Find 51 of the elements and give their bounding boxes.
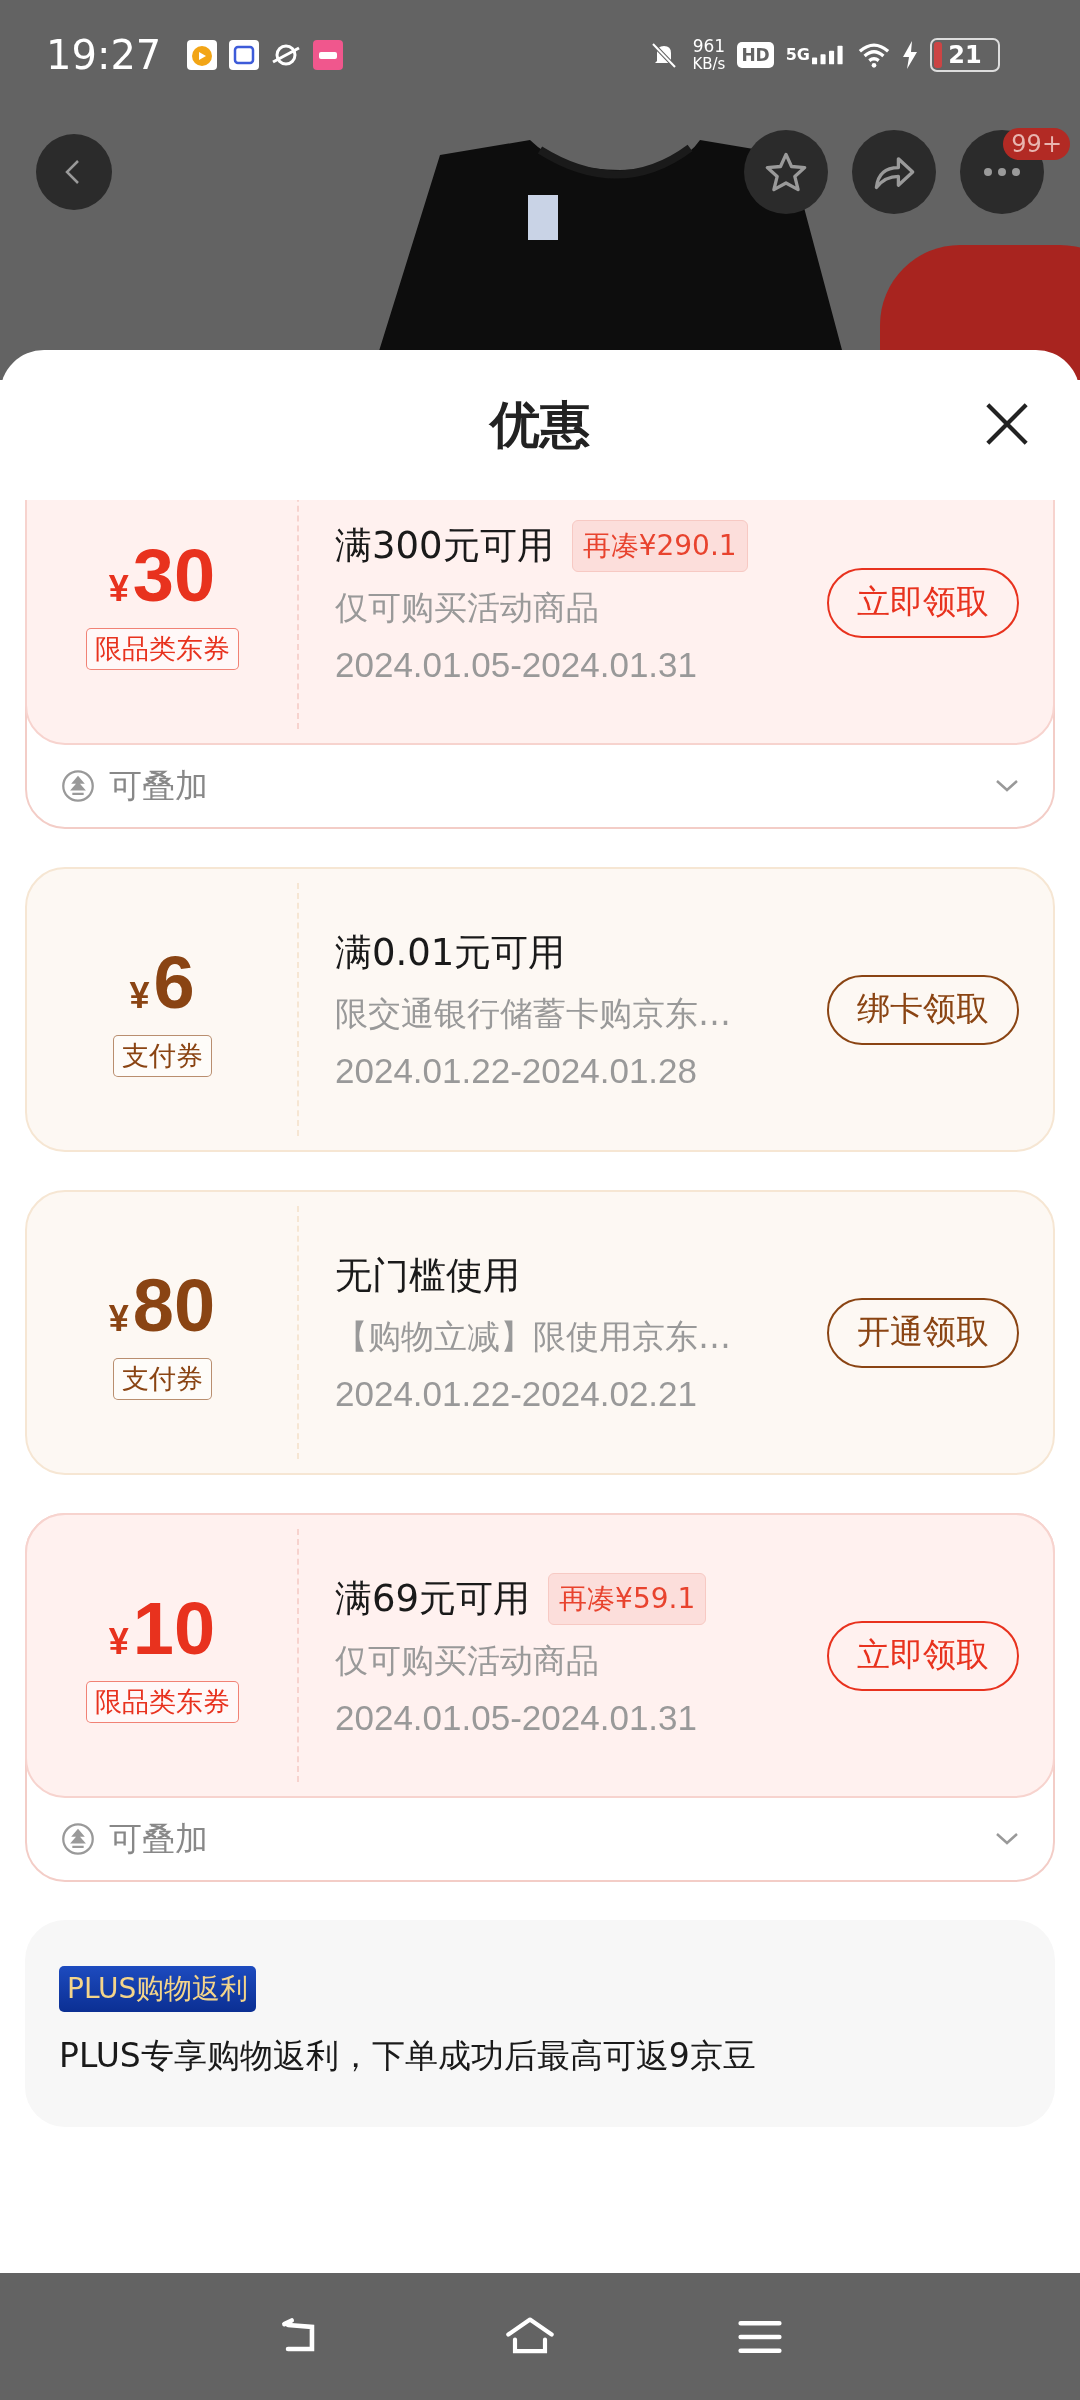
chevron-down-icon[interactable] bbox=[995, 779, 1019, 793]
coupon-note: 仅可购买活动商品 bbox=[335, 1640, 600, 1682]
network-type: 5G bbox=[785, 45, 810, 64]
claim-button[interactable]: 开通领取 bbox=[827, 1297, 1019, 1368]
validity-period: 2024.01.05-2024.01.31 bbox=[335, 1698, 698, 1738]
wifi-icon bbox=[858, 40, 890, 70]
coupon-amount: 6 bbox=[153, 942, 195, 1023]
validity-period: 2024.01.22-2024.01.28 bbox=[335, 1051, 698, 1091]
coupon-condition: 满0.01元可用 bbox=[335, 930, 566, 976]
claim-button[interactable]: 绑卡领取 bbox=[827, 974, 1019, 1045]
coupon-note: 仅可购买活动商品 bbox=[335, 587, 600, 629]
plus-description: PLUS专享购物返利，下单成功后最高可返9京豆 bbox=[59, 2035, 756, 2077]
battery-indicator: 21 bbox=[930, 38, 1000, 72]
star-icon bbox=[764, 150, 808, 194]
claim-button[interactable]: 立即领取 bbox=[827, 1620, 1019, 1691]
network-speed: 961 bbox=[692, 37, 726, 55]
hd-indicator: HD bbox=[737, 42, 774, 68]
stack-icon bbox=[61, 1822, 95, 1856]
signal-icon bbox=[812, 45, 846, 65]
chevron-down-icon[interactable] bbox=[995, 1832, 1019, 1846]
coupon-amount: 30 bbox=[132, 535, 216, 616]
coupon-type-tag: 限品类东券 bbox=[85, 1680, 239, 1723]
more-dots-icon bbox=[982, 167, 1022, 177]
remaining-amount-tag: 再凑¥59.1 bbox=[548, 1573, 707, 1625]
stackable-label: 可叠加 bbox=[109, 764, 208, 807]
charging-icon bbox=[902, 41, 918, 69]
coupon-amount: 80 bbox=[132, 1265, 216, 1346]
stack-icon bbox=[61, 769, 95, 803]
currency-symbol: ¥ bbox=[108, 1620, 129, 1663]
validity-period: 2024.01.05-2024.01.31 bbox=[335, 645, 698, 685]
coupon-note: 限交通银行储蓄卡购京东… bbox=[335, 993, 732, 1035]
sheet-title: 优惠 bbox=[490, 394, 590, 456]
currency-symbol: ¥ bbox=[108, 1297, 129, 1340]
notification-badge: 99+ bbox=[1003, 128, 1070, 160]
claim-button[interactable]: 立即领取 bbox=[827, 567, 1019, 638]
stackable-label: 可叠加 bbox=[109, 1817, 208, 1860]
coupon-condition: 无门槛使用 bbox=[335, 1253, 520, 1299]
remaining-amount-tag: 再凑¥290.1 bbox=[571, 520, 748, 572]
coupon-condition: 满69元可用 bbox=[335, 1576, 531, 1622]
coupon-type-tag: 支付券 bbox=[112, 1034, 212, 1077]
coupon-note: 【购物立减】限使用京东… bbox=[335, 1316, 732, 1358]
coupon-amount: 10 bbox=[132, 1588, 216, 1669]
plus-badge: PLUS购物返利 bbox=[59, 1966, 257, 2012]
coupon-condition: 满300元可用 bbox=[335, 523, 554, 569]
validity-period: 2024.01.22-2024.02.21 bbox=[335, 1374, 698, 1414]
currency-symbol: ¥ bbox=[129, 974, 150, 1017]
coupon-type-tag: 支付券 bbox=[112, 1357, 212, 1400]
coupon-type-tag: 限品类东券 bbox=[85, 627, 239, 670]
currency-symbol: ¥ bbox=[108, 567, 129, 610]
speed-unit: KB/s bbox=[692, 55, 726, 73]
status-time: 19:27 bbox=[46, 32, 162, 78]
